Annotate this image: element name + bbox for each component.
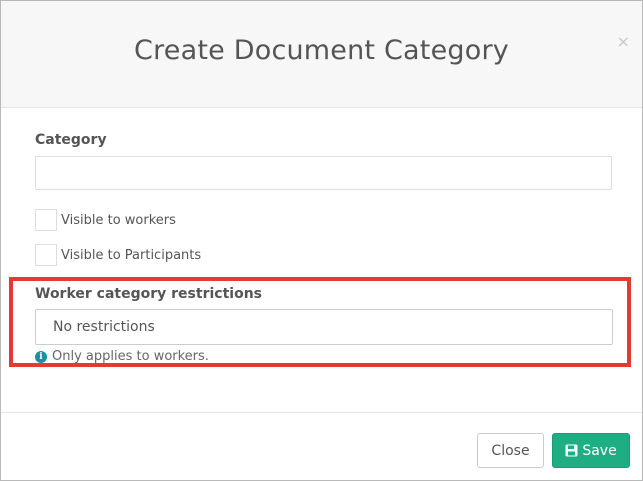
info-icon: i (35, 350, 47, 363)
restrictions-selected-value: No restrictions (53, 319, 155, 335)
worker-category-restrictions-select[interactable]: No restrictions (35, 309, 613, 345)
save-button[interactable]: Save (552, 433, 630, 468)
modal-title: Create Document Category (134, 35, 509, 66)
close-icon[interactable]: × (617, 34, 630, 50)
close-button[interactable]: Close (477, 433, 544, 468)
create-document-category-modal: Create Document Category × Category Visi… (0, 0, 643, 481)
visible-to-workers-row[interactable]: Visible to workers (35, 208, 176, 232)
worker-category-restrictions-label: Worker category restrictions (35, 286, 262, 302)
category-label: Category (35, 132, 107, 148)
category-input[interactable] (35, 156, 612, 190)
floppy-disk-icon (565, 444, 578, 457)
modal-footer: Close Save (1, 412, 642, 480)
save-button-label: Save (582, 442, 617, 459)
visible-to-workers-checkbox[interactable] (35, 209, 57, 231)
visible-to-participants-row[interactable]: Visible to Participants (35, 243, 201, 267)
restrictions-hint: i Only applies to workers. (35, 349, 209, 364)
restrictions-hint-text: Only applies to workers. (52, 349, 209, 364)
modal-header: Create Document Category × (1, 1, 642, 108)
visible-to-workers-label: Visible to workers (61, 212, 176, 228)
visible-to-participants-checkbox[interactable] (35, 244, 57, 266)
visible-to-participants-label: Visible to Participants (61, 247, 202, 263)
modal-body: Category Visible to workers Visible to P… (1, 108, 642, 412)
